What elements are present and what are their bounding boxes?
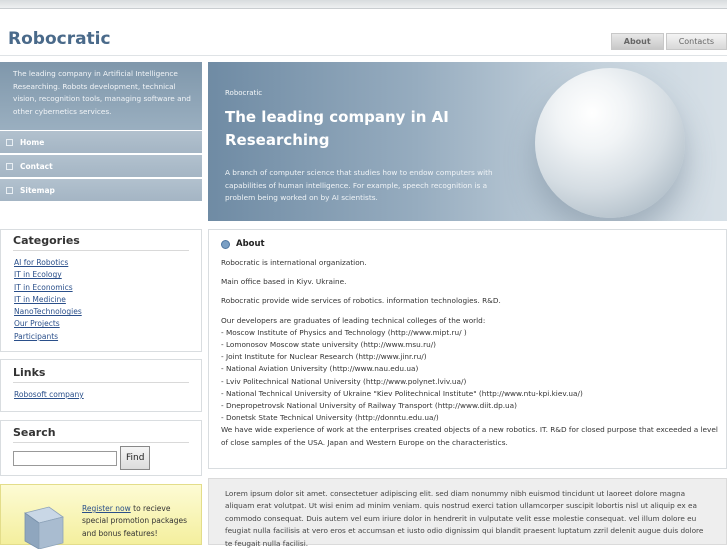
- category-link[interactable]: IT in Medicine: [1, 294, 201, 306]
- top-stripe: [0, 0, 727, 9]
- top-nav: About Contacts: [609, 33, 727, 50]
- square-bullet-icon: [6, 162, 13, 170]
- list-item: - Donetsk State Technical University (ht…: [221, 413, 439, 423]
- promo-text: Register now to recieve special promotio…: [82, 503, 198, 540]
- tab-contacts[interactable]: Contacts: [665, 33, 727, 50]
- list-item: - Lviv Politechnical National University…: [221, 376, 467, 386]
- links-box: Links Robosoft company: [0, 359, 202, 412]
- about-heading-row: About: [221, 239, 265, 249]
- sidebar-item-label: Home: [20, 137, 45, 147]
- find-button[interactable]: Find: [120, 446, 151, 470]
- developers-intro: Our developers are graduates of leading …: [221, 315, 486, 325]
- search-box: Search Find: [0, 420, 202, 476]
- divider: [13, 250, 189, 251]
- search-input[interactable]: [13, 450, 117, 466]
- divider: [13, 382, 189, 383]
- sidebar-item-contact[interactable]: Contact: [0, 155, 202, 177]
- list-item: - Dnepropetrovsk National University of …: [221, 401, 517, 411]
- about-body: Robocratic is international organization…: [221, 257, 721, 449]
- sidebar-item-label: Contact: [20, 161, 53, 171]
- category-link[interactable]: Our Projects: [1, 318, 201, 330]
- sidebar-item-label: Sitemap: [20, 185, 55, 195]
- square-bullet-icon: [6, 138, 13, 146]
- lorem-block: Lorem ipsum dolor sit amet. consectetuer…: [208, 478, 727, 548]
- category-link[interactable]: IT in Ecology: [1, 269, 201, 281]
- sidebar-item-home[interactable]: Home: [0, 131, 202, 153]
- search-row: Find: [1, 446, 201, 470]
- category-link[interactable]: NanoTechnologies: [1, 306, 201, 318]
- list-item: - Moscow Institute of Physics and Techno…: [221, 327, 467, 337]
- list-item: - National Technical University of Ukrai…: [221, 388, 583, 398]
- about-paragraph: Main office based in Kiyv. Ukraine.: [221, 277, 347, 287]
- list-item: - Lomonosov Moscow state university (htt…: [221, 340, 436, 350]
- about-paragraph: Robocratic is international organization…: [221, 258, 367, 267]
- about-paragraph: Robocratic provide wide services of robo…: [221, 296, 501, 306]
- experience-text: We have wide experience of work at the e…: [221, 425, 718, 447]
- categories-title: Categories: [13, 234, 80, 247]
- banner-title: The leading company in AI Researching: [225, 108, 449, 149]
- circle-bullet-icon: [221, 239, 230, 249]
- sidebar-item-sitemap[interactable]: Sitemap: [0, 179, 202, 201]
- sidebar-intro: The leading company in Artificial Intell…: [0, 62, 202, 130]
- category-link[interactable]: Participants: [1, 331, 201, 343]
- register-link[interactable]: Register now: [82, 504, 131, 513]
- promo-box: Register now to recieve special promotio…: [0, 484, 202, 549]
- links-title: Links: [13, 366, 46, 379]
- divider: [13, 442, 189, 443]
- header-divider: [0, 55, 727, 56]
- external-link[interactable]: Robosoft company: [1, 389, 201, 401]
- sidebar-nav: Home Contact Sitemap: [0, 131, 202, 203]
- sphere-graphic: [535, 68, 685, 218]
- about-section: About Robocratic is international organi…: [208, 229, 727, 469]
- banner-description: A branch of computer science that studie…: [225, 168, 493, 203]
- list-item: - Joint Institute for Nuclear Research (…: [221, 352, 427, 362]
- list-item: - National Aviation University (http://w…: [221, 364, 419, 374]
- about-heading: About: [236, 239, 265, 249]
- search-title: Search: [13, 426, 56, 439]
- tab-about[interactable]: About: [610, 33, 664, 50]
- categories-box: Categories AI for Robotics IT in Ecology…: [0, 229, 202, 352]
- cube-icon: [24, 506, 64, 549]
- developers-list: Our developers are graduates of leading …: [221, 315, 721, 449]
- hero-banner: Robocratic The leading company in AI Res…: [208, 62, 727, 221]
- banner-kicker: Robocratic: [225, 89, 263, 97]
- site-logo[interactable]: Robocratic: [8, 29, 111, 49]
- category-link[interactable]: IT in Economics: [1, 282, 201, 294]
- square-bullet-icon: [6, 186, 13, 194]
- category-link[interactable]: AI for Robotics: [1, 257, 201, 269]
